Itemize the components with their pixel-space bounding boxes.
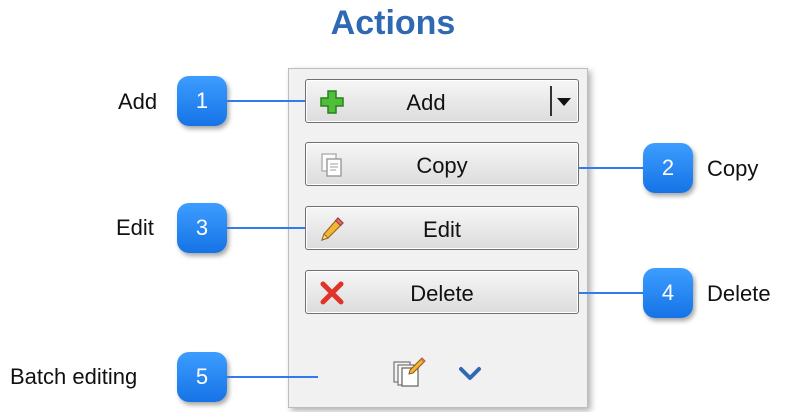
split-separator xyxy=(550,86,552,116)
page-title: Actions xyxy=(330,4,456,42)
delete-button[interactable]: Delete xyxy=(305,270,579,314)
chevron-down-icon[interactable] xyxy=(458,366,482,382)
add-button[interactable]: Add xyxy=(305,79,579,123)
callout-badge-2: 2 xyxy=(643,143,693,193)
batch-edit-icon[interactable] xyxy=(392,356,426,388)
leader-line-5 xyxy=(226,376,318,378)
add-button-label: Add xyxy=(406,90,446,115)
callout-label-delete: Delete xyxy=(707,281,771,306)
leader-line-1 xyxy=(226,100,305,102)
callout-badge-5: 5 xyxy=(177,352,227,402)
copy-button-label: Copy xyxy=(416,153,468,178)
leader-line-3 xyxy=(226,227,305,229)
leader-line-2 xyxy=(579,167,645,169)
callout-label-batch-editing: Batch editing xyxy=(10,364,138,389)
callout-badge-4: 4 xyxy=(643,268,693,318)
callout-label-add: Add xyxy=(118,89,158,114)
callout-badge-1: 1 xyxy=(177,76,227,126)
copy-button[interactable]: Copy xyxy=(305,142,579,186)
edit-button-label: Edit xyxy=(423,217,461,242)
edit-button[interactable]: Edit xyxy=(305,206,579,250)
caret-down-icon[interactable] xyxy=(554,88,574,114)
delete-button-label: Delete xyxy=(410,281,474,306)
callout-label-edit: Edit xyxy=(116,215,154,240)
callout-badge-3: 3 xyxy=(177,203,227,253)
callout-label-copy: Copy xyxy=(707,156,759,181)
leader-line-4 xyxy=(579,292,645,294)
